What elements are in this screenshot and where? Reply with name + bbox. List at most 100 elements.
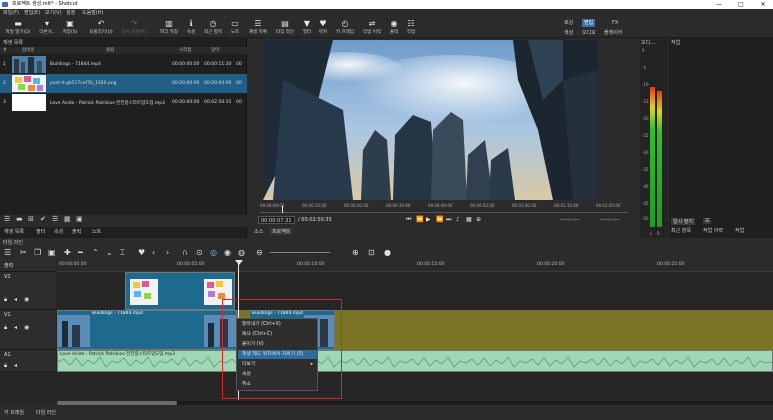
timeline-clip[interactable] <box>125 272 235 310</box>
overwrite-icon[interactable]: ⌄ <box>106 248 113 258</box>
details-view-icon[interactable]: ☰ <box>52 215 58 223</box>
tab-export[interactable]: 출력 <box>72 228 81 235</box>
track-lane-a1[interactable]: Love Aside - Patrick Patrikios-전전랑스타트업도업… <box>57 350 773 372</box>
col-thumbnail[interactable]: 섬네일 <box>22 47 34 54</box>
tab-playlist[interactable]: 재생 목록 <box>4 228 24 235</box>
timeline-ruler[interactable]: 00:00:00:00 00:00:05:00 00:00:10:00 00:0… <box>57 260 773 272</box>
lock-icon[interactable]: 🔒︎ <box>4 296 7 304</box>
skip-next-icon[interactable]: ⏭ <box>446 216 451 224</box>
col-in[interactable]: 시작점 <box>179 47 191 54</box>
undo-button[interactable]: ↶ 되돌리기(U) <box>86 19 116 37</box>
track-header-v1[interactable]: V1 🔒︎ ◂ ◉ <box>0 310 56 350</box>
layout-player[interactable]: 플레이어 <box>602 29 624 37</box>
play-icon[interactable]: ▶ <box>426 216 431 224</box>
jobs-menu-icon[interactable]: ☰ <box>703 218 712 224</box>
grid-icon[interactable]: ▦ <box>466 216 472 224</box>
scrub-icon[interactable]: ⊙ <box>196 248 203 258</box>
recent-button[interactable]: ◷ 최근 항목 <box>201 19 225 37</box>
track-lane-v1[interactable]: Buildings - 71844.mp4 Buildings - 71844.… <box>57 310 773 350</box>
open-other-button[interactable]: ▾ 다른거.. <box>36 19 58 37</box>
player-playhead[interactable] <box>282 206 283 213</box>
tab-filter[interactable]: 필터 <box>36 228 45 235</box>
timeline-clip[interactable]: Buildings - 71844.mp4 <box>57 310 237 350</box>
marker-icon[interactable]: ♥ <box>138 248 145 258</box>
track-header-v2[interactable]: V2 🔒︎ ◂ ◉ <box>0 272 56 310</box>
remove-icon[interactable]: ━ <box>78 248 83 258</box>
tab-timeline[interactable]: 타임 라인 <box>36 409 56 416</box>
menu-settings[interactable]: 설정 <box>66 9 75 18</box>
pause-jobs-button[interactable]: 일시 정지 <box>671 218 695 225</box>
menu-file[interactable]: 파일(F) <box>3 9 19 18</box>
snap-icon[interactable]: ∩ <box>182 248 188 258</box>
notes-button[interactable]: ▭ 노트 <box>227 19 243 37</box>
mute-icon[interactable]: ◂ <box>14 296 17 303</box>
open-file-button[interactable]: ▬ 파일 열기(O) <box>2 19 34 37</box>
layout-editing[interactable]: 편집 <box>582 19 596 27</box>
tab-recent[interactable]: 최근 항목 <box>671 227 691 234</box>
col-duration[interactable]: 길이 <box>211 47 219 54</box>
scrollbar-thumb[interactable] <box>57 401 177 405</box>
lock-icon[interactable]: 🔒︎ <box>4 324 7 332</box>
export-button[interactable]: ◉ 출력 <box>387 19 401 37</box>
layout-fx[interactable]: FX <box>610 19 620 27</box>
playhead-handle[interactable] <box>235 260 243 265</box>
zoom-icon[interactable]: ⊕ <box>476 216 481 224</box>
mute-icon[interactable]: ◂ <box>14 362 17 369</box>
menu-view[interactable]: 보기(V) <box>45 9 62 18</box>
current-time-field[interactable]: 00:00:07:31 <box>258 216 295 224</box>
tab-notes[interactable]: 노트 <box>92 228 101 235</box>
marker-button[interactable]: ♥ 마커 <box>316 19 330 37</box>
save-button[interactable]: ▣ 저장(S) <box>60 19 80 37</box>
playlist-row-selected[interactable]: 2 post-it-gb517cef7b_1920.png 00:00:00:0… <box>0 74 247 93</box>
filter-button[interactable]: ▼ 필터 <box>300 19 314 37</box>
tab-jobs[interactable]: 작업 <box>735 227 744 234</box>
tab-properties[interactable]: 속성 <box>54 228 63 235</box>
zoom-in-icon[interactable]: ⊕ <box>352 248 359 258</box>
copy-icon[interactable]: ❐ <box>34 248 41 258</box>
playlist-row[interactable]: 3 Love Aside - Patrick Patrikios-전전랑스타트업… <box>0 93 247 112</box>
properties-button[interactable]: ℹ 속성 <box>183 19 199 37</box>
playlist-row[interactable]: 1 Buildings - 71844.mp4 00:00:00:00 00:0… <box>0 55 247 74</box>
timeline-scrollbar[interactable] <box>57 401 773 405</box>
volume-icon[interactable]: ♪ <box>456 216 460 224</box>
menu-help[interactable]: 도움말(H) <box>82 9 103 18</box>
layout-color[interactable]: 색상 <box>562 29 575 37</box>
icons-view-icon[interactable]: ▣ <box>76 215 83 223</box>
lift-icon[interactable]: ⌃ <box>92 248 99 258</box>
in-point-field[interactable]: --:--:--:-- <box>560 216 580 224</box>
split-icon[interactable]: ⌶ <box>120 248 125 258</box>
zoom-out-icon[interactable]: ⊖ <box>256 248 263 258</box>
minimize-button[interactable]: — <box>712 0 726 9</box>
tab-keyframes[interactable]: 키 프레임 <box>4 409 24 416</box>
col-clip[interactable]: 클립 <box>106 47 114 54</box>
append-icon[interactable]: ✚ <box>64 248 71 258</box>
ripple-all-icon[interactable]: ◉ <box>224 248 231 258</box>
visibility-icon[interactable]: ◉ <box>24 296 29 303</box>
redo-button[interactable]: ↷ 다시 실행(R) <box>118 19 150 37</box>
fast-forward-icon[interactable]: ⏩ <box>436 216 443 224</box>
skip-previous-icon[interactable]: ⏮ <box>406 216 411 224</box>
prev-marker-icon[interactable]: ‹ <box>152 248 155 258</box>
peak-meter-button[interactable]: ▥ 피크 측정 <box>157 19 181 37</box>
playlist-button[interactable]: ☰ 재생 목록 <box>246 19 270 37</box>
player-ruler[interactable]: 00:00:00:00 00:00:10:00 00:00:20:00 00:0… <box>260 203 628 213</box>
ripple-markers-icon[interactable]: ◍ <box>238 248 245 258</box>
col-number[interactable]: # <box>3 47 7 54</box>
layout-logging[interactable]: 로깅 <box>562 19 575 27</box>
layout-audio[interactable]: 오디오 <box>580 29 598 37</box>
track-header-a1[interactable]: A1 🔒︎ ◂ <box>0 350 56 372</box>
record-icon[interactable]: ● <box>384 248 391 258</box>
next-marker-icon[interactable]: › <box>166 248 169 258</box>
tiles-view-icon[interactable]: ▦ <box>64 215 71 223</box>
cut-icon[interactable]: ✂ <box>20 248 27 258</box>
lock-icon[interactable]: 🔒︎ <box>4 362 7 370</box>
track-lane-v2[interactable] <box>57 272 773 310</box>
ripple-icon[interactable]: ◎ <box>210 248 217 258</box>
tab-project[interactable]: 프로젝트 <box>270 228 293 235</box>
zoom-slider[interactable] <box>270 252 330 253</box>
tab-history[interactable]: 작업 이력 <box>703 227 723 234</box>
tab-source[interactable]: 소스 <box>252 228 265 235</box>
append-icon[interactable]: ⊞ <box>28 215 34 223</box>
timeline-menu-icon[interactable]: ☰ <box>4 248 11 258</box>
update-icon[interactable]: ✔ <box>40 215 46 223</box>
